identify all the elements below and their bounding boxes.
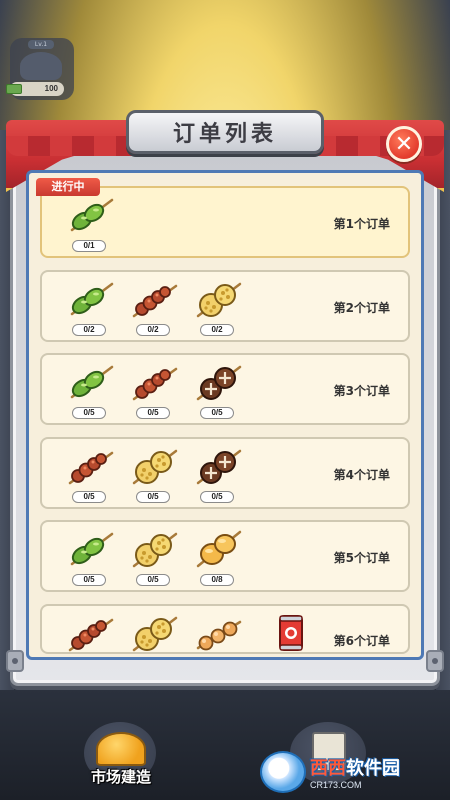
order-item: 0/5 [192,445,246,505]
item-count: 0/2 [200,324,234,336]
green-pepper-skewer-icon [70,532,114,566]
green-pepper-skewer-icon [70,282,114,316]
order-item: 0/5 [64,445,118,505]
fishball-skewer-icon [196,620,242,651]
item-count: 0/5 [136,491,170,503]
order-card[interactable]: 0/5 0/5 0/5 第4个订单 [40,437,410,509]
item-count: 0/5 [136,407,170,419]
avatar [20,52,62,80]
lotus-root-skewer-icon [196,282,242,318]
order-item [64,612,118,652]
watermark-main-b: 软件园 [346,758,400,779]
bolt-icon [6,650,24,672]
meat-skewer-icon [68,451,114,485]
order-item: 0/2 [128,278,182,338]
watermark: 西西软件园 CR173.COM [260,748,446,796]
cash-icon [6,84,22,94]
order-item: 0/5 [128,445,182,505]
order-card[interactable]: 0/1 第1个订单 [40,186,410,258]
meat-skewer-icon [132,367,178,401]
order-label: 第1个订单 [333,217,390,231]
watermark-sub: CR173.COM [310,780,362,790]
mushroom-skewer-icon [196,365,242,401]
page-title: 订单列表 [172,122,277,147]
item-count: 0/2 [72,324,106,336]
market-build-button[interactable]: 市场建造 [78,722,164,792]
order-item: 0/2 [64,278,118,338]
mushroom-skewer-icon [196,449,242,485]
tofu-skewer-icon [196,530,242,568]
order-label: 第4个订单 [333,468,390,482]
item-count: 0/5 [200,407,234,419]
item-count: 0/5 [200,491,234,503]
order-item: 0/5 [128,361,182,421]
order-label: 第2个订单 [333,301,390,315]
order-item: 0/5 [128,528,182,588]
status-badge: 进行中 [36,178,100,196]
meat-skewer-icon [132,284,178,318]
bolt-icon [426,650,444,672]
item-count: 0/5 [72,407,106,419]
order-item: 0/5 [64,528,118,588]
order-card[interactable]: 第6个订单 [40,604,410,654]
order-item: 0/5 [192,361,246,421]
watermark-main-a: 西西 [310,758,346,779]
green-pepper-skewer-icon [70,365,114,399]
order-item: 0/8 [192,528,246,588]
item-count: 0/5 [72,574,106,586]
order-item [264,612,318,652]
order-item [128,612,182,652]
watermark-main: 西西软件园 [310,754,400,780]
item-count: 0/5 [136,574,170,586]
order-label: 第3个订单 [333,384,390,398]
order-card[interactable]: 0/2 0/2 0/2 第2个订单 [40,270,410,342]
dialog-title-plate: 订单列表 [126,110,324,154]
item-count: 0/5 [72,491,106,503]
watermark-text: 西西软件园 CR173.COM [310,754,400,790]
player-level: Lv.1 [28,40,54,49]
green-pepper-skewer-icon [70,198,114,232]
order-label: 第5个订单 [333,551,390,565]
lotus-root-skewer-icon [132,449,178,485]
lotus-root-skewer-icon [132,532,178,568]
meat-skewer-icon [68,618,114,652]
order-item: 0/5 [64,361,118,421]
order-label: 第6个订单 [333,634,390,648]
order-card[interactable]: 0/5 0/5 0/8 第5个订单 [40,520,410,592]
order-card[interactable]: 0/5 0/5 0/5 第3个订单 [40,353,410,425]
watermark-logo-icon [260,751,306,793]
item-count: 0/1 [72,240,106,252]
close-button[interactable]: ✕ [386,126,422,162]
item-count: 0/2 [136,324,170,336]
soda-can-icon [279,615,303,651]
build-button-label: 市场建造 [90,768,151,786]
hardhat-icon [96,732,146,766]
order-item: 0/1 [64,194,118,254]
order-item: 0/2 [192,278,246,338]
order-item [192,612,246,652]
lotus-root-skewer-icon [132,616,178,652]
close-icon: ✕ [394,131,414,157]
item-count: 0/8 [200,574,234,586]
